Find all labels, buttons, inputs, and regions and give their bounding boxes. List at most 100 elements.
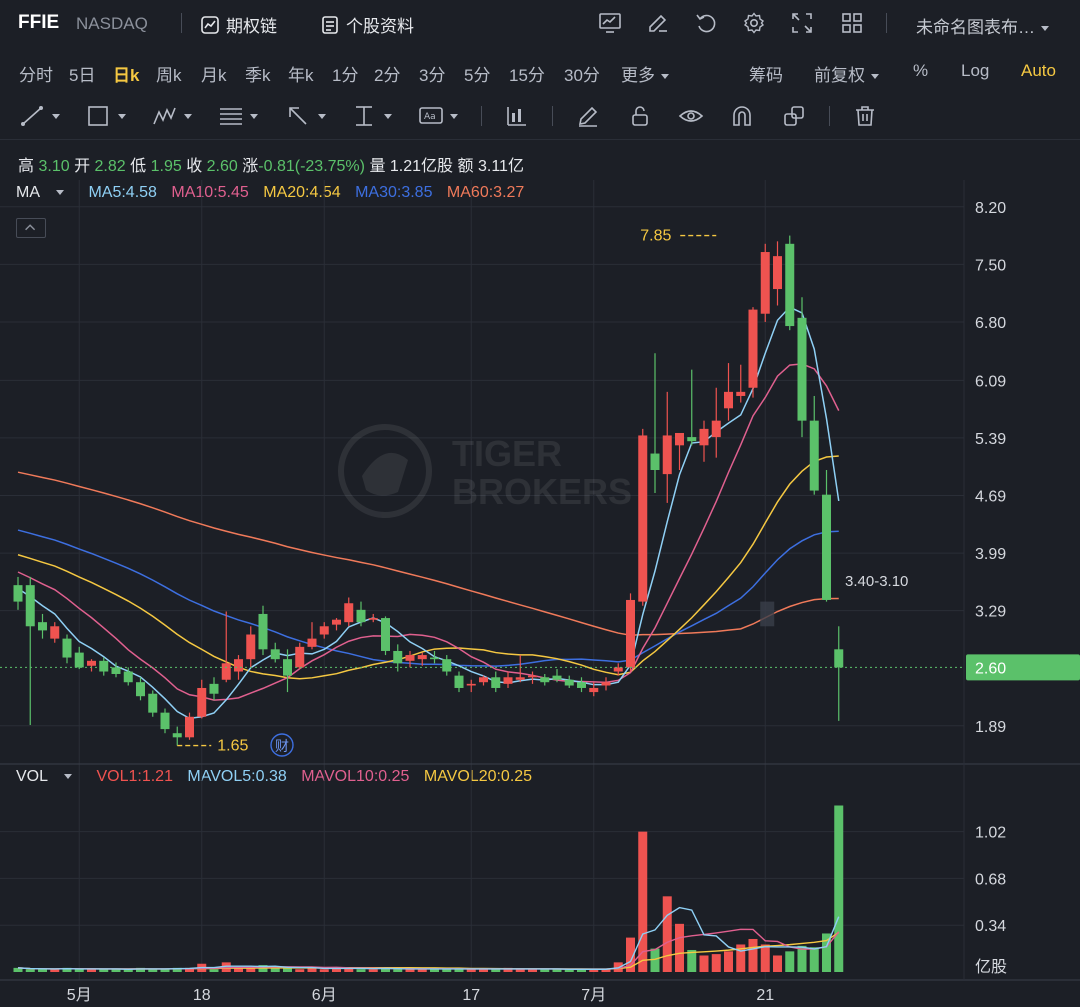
volume-bar <box>234 967 243 972</box>
period-5min[interactable]: 5分 <box>464 61 490 86</box>
open-value: 2.82 <box>94 158 126 175</box>
watermark-line-1: TIGER <box>452 433 562 474</box>
volume-bar <box>283 967 292 972</box>
fibonacci-tool-icon[interactable] <box>218 104 262 128</box>
candle-body <box>564 679 574 686</box>
copy-icon[interactable] <box>782 104 806 128</box>
undo-icon[interactable] <box>694 11 718 35</box>
percent-toggle[interactable]: % <box>913 61 928 81</box>
volume-bar <box>99 969 109 972</box>
volume-bar <box>773 955 782 972</box>
measure-tool-icon[interactable] <box>352 104 396 128</box>
trend-line-tool-icon[interactable] <box>20 104 64 128</box>
ma-label: MA <box>16 184 40 201</box>
chevron-down-icon <box>871 74 879 80</box>
stock-profile-link[interactable]: 个股资料 <box>320 12 414 37</box>
chart-layout-name: 未命名图表布… <box>916 18 1035 37</box>
volume-bar <box>417 969 427 972</box>
period-yearly[interactable]: 年k <box>288 61 314 86</box>
indicator-icon[interactable] <box>505 104 529 128</box>
price-tick-label: 4.69 <box>975 488 1006 505</box>
amount-label: 额 <box>457 158 474 175</box>
ma-indicator-select[interactable]: MA <box>16 184 74 201</box>
period-1min[interactable]: 1分 <box>332 61 358 86</box>
candle-body <box>736 391 746 396</box>
candle-body <box>528 675 537 678</box>
moving-average-lines <box>17 306 840 720</box>
ma60-line <box>17 471 839 636</box>
candle-body <box>748 309 758 388</box>
lock-icon[interactable] <box>628 104 652 128</box>
vol-indicator-select[interactable]: VOL <box>16 768 82 785</box>
collapse-legend-button[interactable] <box>16 218 46 238</box>
mavol10-value: MAVOL10:0.25 <box>301 768 410 785</box>
candle-body <box>675 432 684 446</box>
options-chain-link[interactable]: 期权链 <box>200 12 277 37</box>
rectangle-tool-icon[interactable] <box>86 104 130 128</box>
chevron-down-icon <box>64 774 73 780</box>
period-3min[interactable]: 3分 <box>419 61 445 86</box>
period-intraday[interactable]: 分时 <box>19 61 53 86</box>
volume-bar <box>50 969 60 972</box>
top-toolbar: FFIE NASDAQ 期权链 个股资料 未命名图表布… <box>0 0 1080 46</box>
volume-tick-label: 0.34 <box>975 918 1006 935</box>
volume-bar <box>687 949 697 972</box>
eye-icon[interactable] <box>678 104 704 128</box>
period-more[interactable]: 更多 <box>621 61 669 86</box>
volume-bar <box>479 969 488 972</box>
chart-type-icon[interactable] <box>598 11 622 35</box>
period-weekly[interactable]: 周k <box>156 61 182 86</box>
adjust-select[interactable]: 前复权 <box>814 61 879 86</box>
candle-body <box>405 655 415 661</box>
chart-layout-select[interactable]: 未命名图表布… <box>916 13 1049 38</box>
svg-text:Aa: Aa <box>424 112 436 122</box>
magnet-icon[interactable] <box>730 104 754 128</box>
watermark-line-2: BROKERS <box>452 471 632 512</box>
price-tick-label: 6.09 <box>975 373 1006 390</box>
price-tick-label: 1.89 <box>975 719 1006 736</box>
trash-icon[interactable] <box>853 104 877 128</box>
period-quarterly[interactable]: 季k <box>245 61 271 86</box>
volume-bar <box>258 965 268 972</box>
pattern-tool-icon[interactable] <box>152 104 196 128</box>
candle-body <box>466 683 476 686</box>
period-2min[interactable]: 2分 <box>374 61 400 86</box>
volume-bar <box>74 969 84 972</box>
gear-icon[interactable] <box>742 11 766 35</box>
period-15min[interactable]: 15分 <box>509 61 545 86</box>
arrow-tool-icon[interactable] <box>286 104 330 128</box>
fullscreen-icon[interactable] <box>790 11 814 35</box>
period-monthly[interactable]: 月k <box>201 61 227 86</box>
candle-body <box>442 659 452 672</box>
earnings-badge <box>270 733 294 757</box>
volume-tick-label: 1.02 <box>975 825 1006 842</box>
volume-legend: VOL VOL1:1.21 MAVOL5:0.38 MAVOL10:0.25 M… <box>16 768 542 786</box>
period-5day[interactable]: 5日 <box>69 61 95 86</box>
text-tool-icon[interactable]: Aa <box>418 104 462 128</box>
mavol20-line <box>17 931 840 970</box>
volume-bar <box>589 969 599 972</box>
volume-bar <box>760 944 770 972</box>
candle-body <box>234 659 243 672</box>
chevron-down-icon <box>1041 26 1049 32</box>
gap-zone <box>760 601 775 627</box>
chips-toggle[interactable]: 筹码 <box>749 61 783 86</box>
period-30min[interactable]: 30分 <box>564 61 600 86</box>
candle-body <box>430 657 439 660</box>
volume-bar <box>564 969 574 972</box>
auto-toggle[interactable]: Auto <box>1021 61 1056 81</box>
price-tick-label: 7.50 <box>975 257 1006 274</box>
volume-bar <box>528 969 537 972</box>
period-daily[interactable]: 日k <box>113 61 139 86</box>
pencil-icon[interactable] <box>576 104 600 128</box>
candle-body <box>368 618 378 620</box>
volume-bar <box>111 969 121 972</box>
volume-bar <box>270 967 280 972</box>
layout-grid-icon[interactable] <box>840 11 864 35</box>
edit-icon[interactable] <box>646 11 670 35</box>
log-toggle[interactable]: Log <box>961 61 989 81</box>
volume-bar <box>136 967 145 972</box>
high-marker-label: 7.85 <box>640 228 671 245</box>
candle-body <box>246 634 256 660</box>
candle-body <box>25 585 35 627</box>
